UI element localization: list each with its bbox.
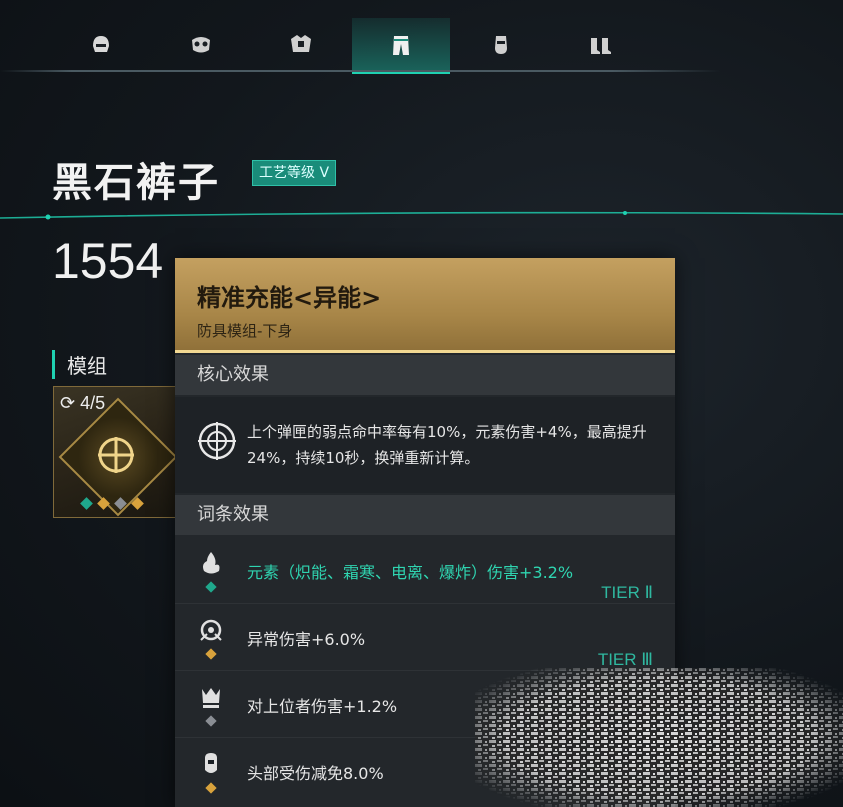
craft-level-badge: 工艺等级 V: [252, 160, 337, 186]
divider-line: [0, 211, 843, 220]
affix-row: 异常伤害+6.0% TIER Ⅲ: [175, 604, 675, 671]
tab-armor[interactable]: [252, 18, 350, 70]
crosshair-icon: [198, 422, 236, 460]
tooltip-header: 精准充能<异能> 防具模组-下身: [175, 258, 675, 353]
affix-tier: TIER Ⅲ: [597, 650, 653, 669]
module-slot-count: ⟳ 4/5: [60, 393, 106, 413]
module-card[interactable]: ⟳ 4/5: [53, 386, 180, 518]
item-name: 黑石裤子: [52, 160, 220, 206]
boss-icon: [202, 688, 220, 708]
boots-icon: [591, 38, 611, 54]
module-dot: [114, 497, 127, 510]
core-effect-header: 核心效果: [175, 355, 675, 395]
crosshair-icon: [98, 437, 134, 473]
affix-rarity-dot: [205, 581, 217, 593]
anomaly-icon: [200, 619, 222, 641]
mask-icon: [192, 37, 210, 53]
tooltip-module-name: 精准充能<异能>: [197, 284, 382, 312]
affix-text: 对上位者伤害+1.2%: [247, 697, 398, 716]
affix-row: 元素（炽能、霜寒、电离、爆炸）伤害+3.2% TIER Ⅱ: [175, 537, 675, 604]
gear-score: 1554: [52, 233, 164, 289]
elements-icon: [203, 552, 220, 574]
module-rarity-dots: [80, 497, 144, 510]
affix-effect-header: 词条效果: [175, 495, 675, 535]
core-effect: 上个弹匣的弱点命中率每有10%，元素伤害+4%，最高提升24%，持续10秒，换弹…: [175, 397, 675, 493]
tab-helmet[interactable]: [52, 18, 150, 70]
module-section-label: 模组: [52, 350, 107, 379]
affix-rarity-dot: [205, 648, 217, 660]
armor-icon: [291, 35, 311, 52]
tooltip-header-bar: [175, 350, 675, 353]
affix-rarity-dot: [205, 782, 217, 794]
module-dot: [97, 497, 110, 510]
pants-icon: [393, 36, 409, 55]
tab-pants[interactable]: [352, 18, 450, 74]
module-dot: [80, 497, 93, 510]
affix-text: 异常伤害+6.0%: [247, 630, 366, 649]
tab-gloves[interactable]: [452, 18, 550, 70]
tab-bar-underline: [0, 70, 720, 72]
affix-text: 元素（炽能、霜寒、电离、爆炸）伤害+3.2%: [247, 563, 574, 582]
equipment-tab-bar: [0, 0, 843, 75]
affix-rarity-dot: [205, 715, 217, 727]
head-shield-icon: [205, 753, 217, 773]
core-effect-text: 上个弹匣的弱点命中率每有10%，元素伤害+4%，最高提升24%，持续10秒，换弹…: [247, 423, 647, 467]
tooltip-module-type: 防具模组-下身: [197, 322, 293, 340]
module-dot: [131, 497, 144, 510]
affix-tier: TIER Ⅱ: [601, 583, 653, 602]
noise-overlay: [475, 668, 843, 807]
glove-icon: [495, 36, 507, 54]
tab-boots[interactable]: [552, 18, 650, 70]
tab-mask[interactable]: [152, 18, 250, 70]
affix-text: 头部受伤减免8.0%: [247, 764, 384, 783]
helmet-icon: [93, 36, 109, 52]
